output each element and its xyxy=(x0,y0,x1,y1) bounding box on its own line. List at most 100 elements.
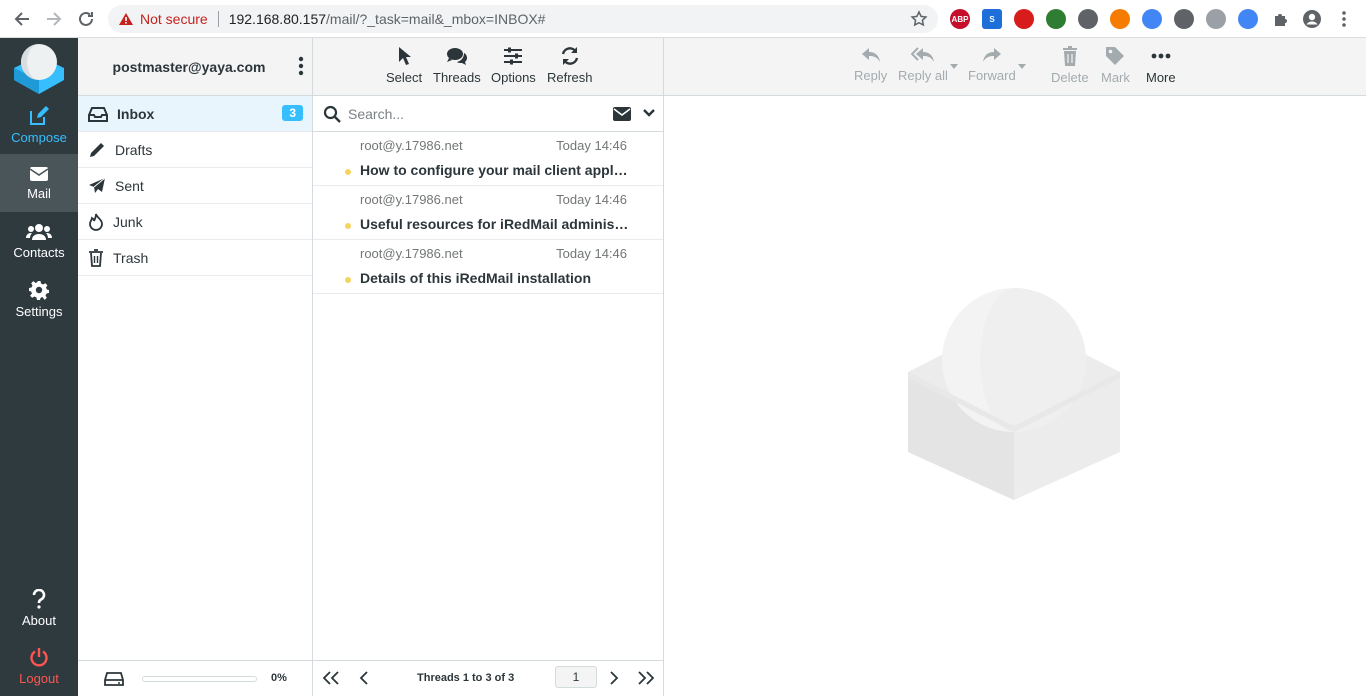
forward-icon[interactable] xyxy=(44,9,64,29)
url-host: 192.168.80.157 xyxy=(228,11,327,27)
extension-7-icon[interactable] xyxy=(1142,9,1162,29)
extension-6-icon[interactable] xyxy=(1110,9,1130,29)
extension-5-icon[interactable] xyxy=(1078,9,1098,29)
extension-2-icon[interactable]: S xyxy=(982,9,1002,29)
message-content-pane: Reply Reply all Forward Delete Mark More xyxy=(664,38,1366,696)
refresh-label: Refresh xyxy=(547,70,593,85)
account-menu-icon[interactable] xyxy=(298,56,304,76)
share-icon xyxy=(982,48,1001,62)
search-input[interactable]: Search... xyxy=(348,106,404,122)
settings-button[interactable]: Settings xyxy=(0,270,78,328)
folder-pane: postmaster@yaya.com Inbox 3 Drafts Sent … xyxy=(78,38,313,696)
last-page-icon[interactable] xyxy=(638,671,654,685)
search-icon xyxy=(323,105,341,123)
message-list-pane: Select Threads Options Refresh Search...… xyxy=(313,38,664,696)
unread-count-badge: 3 xyxy=(282,105,303,121)
message-row[interactable]: root@y.17986.net Today 14:46 How to conf… xyxy=(313,132,663,186)
delete-button[interactable]: Delete xyxy=(1051,46,1089,85)
options-button[interactable]: Options xyxy=(491,46,536,85)
fire-icon xyxy=(89,213,103,231)
message-date: Today 14:46 xyxy=(556,192,627,207)
comments-icon xyxy=(446,48,467,65)
mark-button[interactable]: Mark xyxy=(1101,46,1130,85)
sliders-icon xyxy=(504,47,523,65)
extensions-puzzle-icon[interactable] xyxy=(1270,9,1290,29)
folder-label: Sent xyxy=(115,177,144,194)
unread-dot xyxy=(345,277,351,283)
security-label: Not secure xyxy=(140,11,208,27)
folder-label: Inbox xyxy=(117,105,155,122)
threads-button[interactable]: Threads xyxy=(433,46,481,85)
forward-button[interactable]: Forward xyxy=(968,46,1016,83)
message-row[interactable]: root@y.17986.net Today 14:46 Useful reso… xyxy=(313,186,663,240)
compose-icon xyxy=(30,105,49,125)
previous-page-icon[interactable] xyxy=(359,671,369,685)
page-number-input[interactable]: 1 xyxy=(555,666,597,688)
extension-10-icon[interactable] xyxy=(1238,9,1258,29)
extension-1-icon[interactable]: ABP xyxy=(950,9,970,29)
inbox-icon xyxy=(88,106,108,122)
message-row[interactable]: root@y.17986.net Today 14:46 Details of … xyxy=(313,240,663,294)
folder-junk[interactable]: Junk xyxy=(78,204,312,240)
message-date: Today 14:46 xyxy=(556,138,627,153)
quota-bar-area: 0% xyxy=(78,660,312,696)
folder-trash[interactable]: Trash xyxy=(78,240,312,276)
folder-label: Junk xyxy=(113,213,143,230)
trash-icon xyxy=(1062,46,1077,66)
reply-button[interactable]: Reply xyxy=(854,46,887,83)
logout-button[interactable]: Logout xyxy=(0,637,78,695)
quota-progress-bar xyxy=(142,676,257,682)
first-page-icon[interactable] xyxy=(323,671,339,685)
unread-dot xyxy=(345,169,351,175)
search-bar[interactable]: Search... xyxy=(313,96,663,132)
ellipsis-icon xyxy=(1151,53,1171,59)
users-icon xyxy=(26,223,52,240)
bookmark-star-icon[interactable] xyxy=(910,10,928,28)
message-subject: How to configure your mail client applic… xyxy=(360,162,630,178)
about-button[interactable]: About xyxy=(0,579,78,637)
list-pager: Threads 1 to 3 of 3 1 xyxy=(313,660,663,696)
extension-8-icon[interactable] xyxy=(1174,9,1194,29)
extension-9-icon[interactable] xyxy=(1206,9,1226,29)
compose-button[interactable]: Compose xyxy=(0,96,78,154)
reply-label: Reply xyxy=(854,68,888,83)
question-icon xyxy=(32,588,46,609)
refresh-button[interactable]: Refresh xyxy=(547,46,593,85)
delete-label: Delete xyxy=(1051,70,1089,85)
tag-icon xyxy=(1106,47,1125,65)
folder-sent[interactable]: Sent xyxy=(78,168,312,204)
address-bar[interactable]: Not secure 192.168.80.157/mail/?_task=ma… xyxy=(108,5,938,33)
power-icon xyxy=(30,647,48,666)
more-button[interactable]: More xyxy=(1146,46,1176,85)
quota-percent: 0% xyxy=(271,672,287,684)
folder-drafts[interactable]: Drafts xyxy=(78,132,312,168)
trash-icon xyxy=(89,248,103,267)
folder-label: Trash xyxy=(113,249,149,266)
extension-4-icon[interactable] xyxy=(1046,9,1066,29)
browser-menu-icon[interactable] xyxy=(1334,9,1354,29)
reply-all-button[interactable]: Reply all xyxy=(898,46,948,83)
select-button[interactable]: Select xyxy=(386,46,422,85)
reply-all-label: Reply all xyxy=(898,68,948,83)
mail-button[interactable]: Mail xyxy=(0,154,78,212)
warning-icon xyxy=(119,13,133,25)
reply-all-icon xyxy=(910,47,934,62)
profile-avatar-icon[interactable] xyxy=(1302,9,1322,29)
envelope-filter-icon[interactable] xyxy=(613,107,631,121)
gear-icon xyxy=(29,280,49,300)
back-icon[interactable] xyxy=(12,9,32,29)
reply-icon xyxy=(861,48,880,62)
message-sender: root@y.17986.net xyxy=(360,192,463,207)
folder-inbox[interactable]: Inbox 3 xyxy=(78,96,312,132)
reply-all-dropdown-icon[interactable] xyxy=(950,64,958,69)
hard-drive-icon xyxy=(104,672,124,686)
next-page-icon[interactable] xyxy=(609,671,619,685)
logout-label: Logout xyxy=(19,670,59,686)
envelope-icon xyxy=(29,166,49,181)
extension-3-icon[interactable] xyxy=(1014,9,1034,29)
security-warning[interactable]: Not secure xyxy=(118,11,208,27)
reload-icon[interactable] xyxy=(76,9,96,29)
contacts-button[interactable]: Contacts xyxy=(0,212,78,270)
chevron-down-icon[interactable] xyxy=(643,109,655,118)
forward-dropdown-icon[interactable] xyxy=(1018,64,1026,69)
